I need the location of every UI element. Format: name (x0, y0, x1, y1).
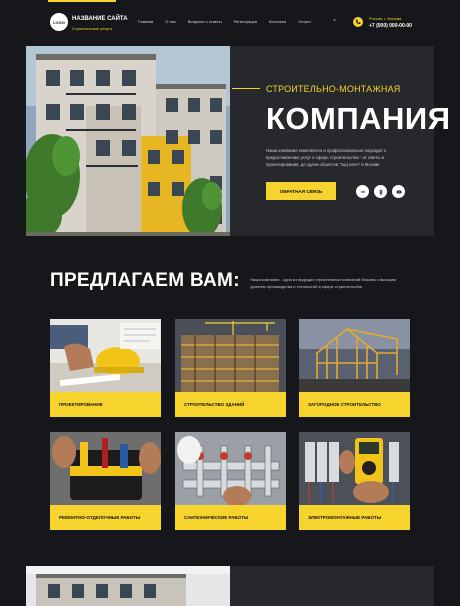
svg-text:vk: vk (361, 190, 365, 194)
hero-description: Наша компания комплексно и профессиональ… (266, 148, 386, 167)
buildings-photo (175, 319, 286, 392)
nav-item-registration[interactable]: Регистрация (234, 19, 257, 24)
plumbing-photo (175, 432, 286, 505)
offer-description: Наша компания - одна из ведущих строител… (250, 277, 396, 289)
electrical-photo (299, 432, 410, 505)
service-label: ПРОЕКТИРОВАНИЕ (50, 392, 161, 417)
country-construction-photo (299, 319, 410, 392)
hero-title: КОМПАНИЯ (266, 101, 451, 136)
main-nav: Главная О нас Вопросы и ответы Регистрац… (138, 19, 323, 24)
nav-item-home[interactable]: Главная (138, 19, 153, 24)
nav-item-faq[interactable]: Вопросы и ответы (188, 19, 222, 24)
site-logo[interactable]: LOGO (50, 13, 68, 31)
contact-phone[interactable]: +7 (000) 000-00-00 (369, 23, 412, 29)
feedback-button[interactable]: ОБРАТНАЯ СВЯЗЬ (266, 182, 336, 200)
service-card-plumbing[interactable]: САНТЕХНИЧЕСКИЕ РАБОТЫ (175, 432, 286, 530)
phone-icon[interactable] (353, 17, 363, 27)
hero-banner (26, 46, 434, 236)
service-label: СТРОИТЕЛЬСТВО ЗДАНИЙ (175, 392, 286, 417)
service-card-renovation[interactable]: РЕМОНТНО-ОТДЕЛОЧНЫЕ РАБОТЫ (50, 432, 161, 530)
offer-title: ПРЕДЛАГАЕМ ВАМ: (50, 270, 240, 291)
hero-building-photo (26, 46, 230, 236)
service-card-electrical[interactable]: ЭЛЕКТРОМОНТАЖНЫЕ РАБОТЫ (299, 432, 410, 530)
service-label: ЭЛЕКТРОМОНТАЖНЫЕ РАБОТЫ (299, 505, 410, 530)
youtube-icon[interactable] (392, 185, 405, 198)
contact-city: Россия, г. Москва (369, 16, 402, 21)
ok-icon[interactable] (374, 185, 387, 198)
site-tagline: Строительные услуги (72, 26, 113, 31)
service-label: ЗАГОРОДНОЕ СТРОИТЕЛЬСТВО (299, 392, 410, 417)
site-name[interactable]: НАЗВАНИЕ САЙТА (72, 16, 128, 22)
service-label: РЕМОНТНО-ОТДЕЛОЧНЫЕ РАБОТЫ (50, 505, 161, 530)
design-photo (50, 319, 161, 392)
nav-item-services[interactable]: Услуги (298, 19, 310, 24)
hero-eyebrow: СТРОИТЕЛЬНО-МОНТАЖНАЯ (266, 84, 401, 94)
nav-item-about[interactable]: О нас (165, 19, 176, 24)
service-card-buildings[interactable]: СТРОИТЕЛЬСТВО ЗДАНИЙ (175, 319, 286, 417)
next-section-photo (26, 566, 230, 606)
service-card-country-construction[interactable]: ЗАГОРОДНОЕ СТРОИТЕЛЬСТВО (299, 319, 410, 417)
vk-icon[interactable]: vk (356, 185, 369, 198)
service-label: САНТЕХНИЧЕСКИЕ РАБОТЫ (175, 505, 286, 530)
close-icon[interactable]: × (333, 18, 336, 24)
site-header: LOGO НАЗВАНИЕ САЙТА Строительные услуги … (0, 0, 460, 44)
nav-item-contacts[interactable]: Контакты (269, 19, 286, 24)
renovation-photo (50, 432, 161, 505)
next-section-preview (26, 566, 434, 606)
hero-accent-line (232, 88, 260, 89)
service-card-design[interactable]: ПРОЕКТИРОВАНИЕ (50, 319, 161, 417)
